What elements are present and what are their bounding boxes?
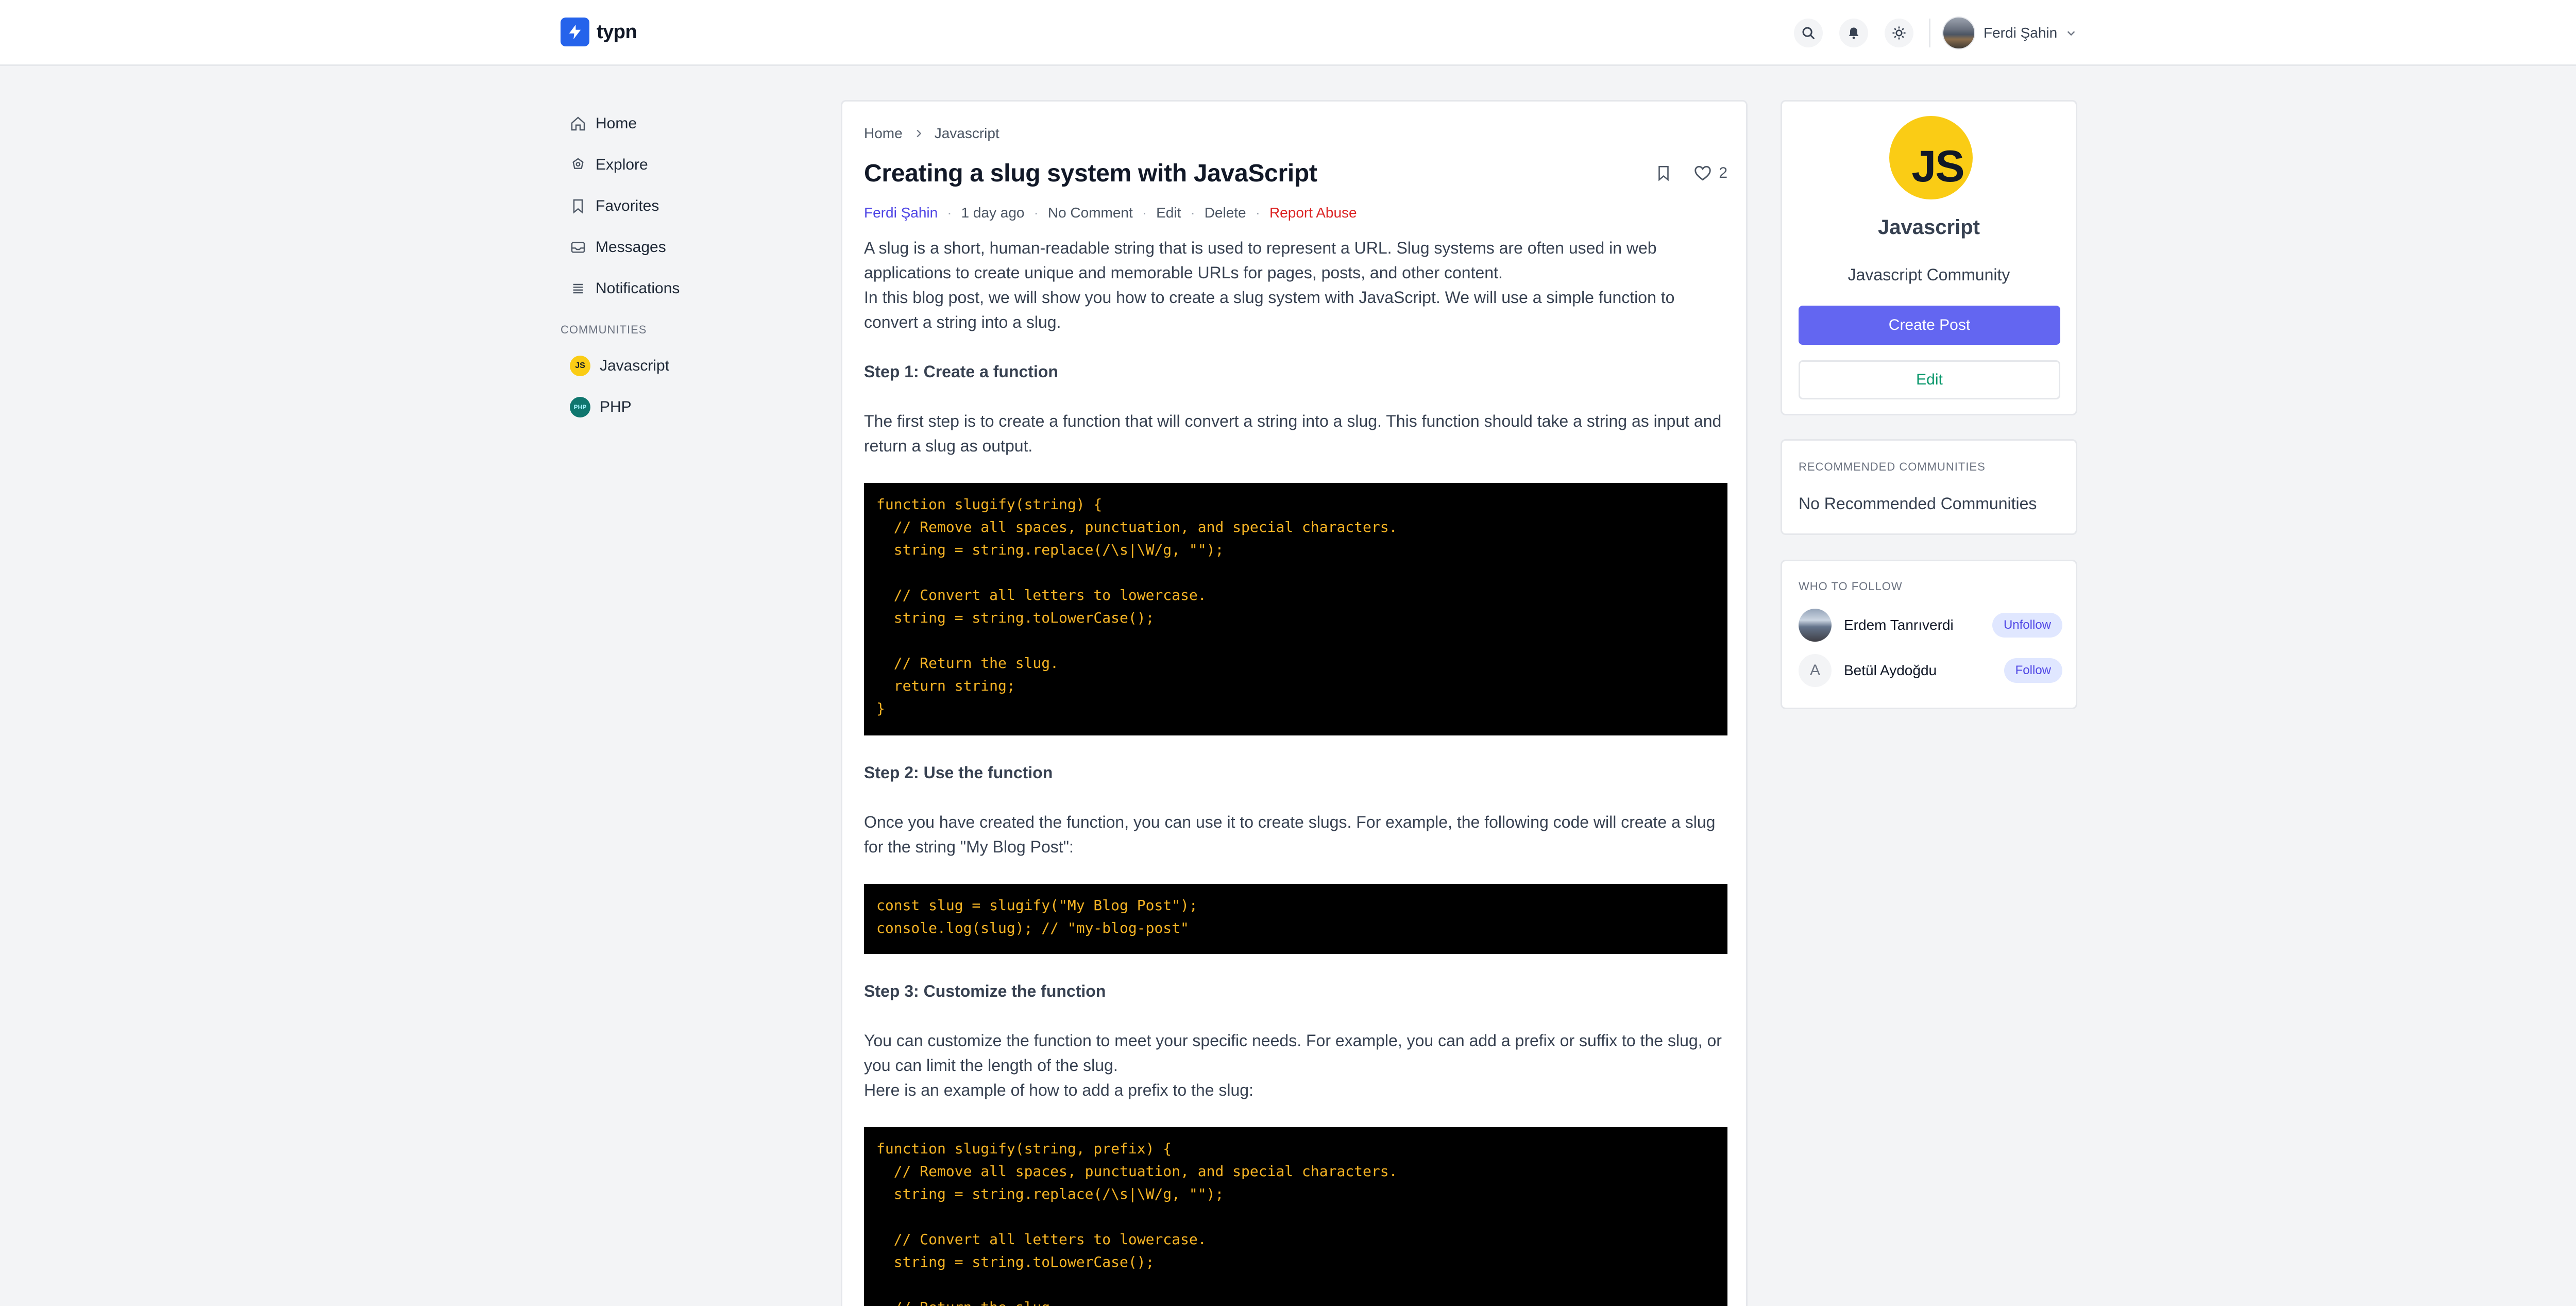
- meta-separator: ·: [1142, 205, 1147, 221]
- sidebar-item-label: Explore: [596, 156, 648, 173]
- bookmark-icon: [573, 199, 583, 214]
- step-paragraph: The first step is to create a function t…: [864, 412, 1722, 455]
- php-icon: PHP: [570, 397, 590, 417]
- meta-separator: ·: [1033, 205, 1039, 221]
- theme-toggle-button[interactable]: [1885, 19, 1913, 47]
- article-title: Creating a slug system with JavaScript: [864, 159, 1317, 187]
- lightning-icon: [561, 18, 589, 46]
- step-text: You can customize the function to meet y…: [864, 1031, 1722, 1075]
- step-heading: Step 1: Create a function: [864, 362, 1058, 381]
- community-logo: JS: [1889, 116, 1973, 199]
- comment-count[interactable]: No Comment: [1048, 205, 1133, 221]
- who-to-follow-card: WHO TO FOLLOW Erdem Tanrıverdi Unfollow …: [1781, 560, 2077, 709]
- community-card: JS Javascript Javascript Community Creat…: [1781, 100, 2077, 415]
- sidebar-item-javascript[interactable]: JS Javascript: [561, 345, 731, 387]
- compass-icon: [572, 158, 584, 169]
- step-paragraph: Once you have created the function, you …: [864, 813, 1716, 856]
- sidebar-item-label: Javascript: [600, 357, 670, 374]
- avatar[interactable]: A: [1799, 654, 1832, 687]
- bell-icon: [1849, 27, 1859, 39]
- code-block: const slug = slugify("My Blog Post"); co…: [864, 884, 1727, 954]
- edit-link[interactable]: Edit: [1156, 205, 1181, 221]
- meta-separator: ·: [1255, 205, 1260, 221]
- sidebar-item-label: Home: [596, 115, 637, 132]
- inbox-icon: [571, 242, 585, 253]
- code-block: function slugify(string) { // Remove all…: [864, 483, 1727, 735]
- list-icon: [573, 283, 583, 294]
- like-button[interactable]: 2: [1693, 163, 1727, 183]
- post-time: 1 day ago: [961, 205, 1025, 221]
- notifications-button[interactable]: [1839, 19, 1868, 47]
- edit-community-button[interactable]: Edit: [1799, 360, 2060, 399]
- delete-link[interactable]: Delete: [1205, 205, 1246, 221]
- sidebar-item-label: Messages: [596, 239, 666, 256]
- unfollow-button[interactable]: Unfollow: [1992, 613, 2062, 638]
- report-abuse-link[interactable]: Report Abuse: [1269, 205, 1357, 221]
- sun-icon: [1892, 26, 1906, 40]
- breadcrumb-home[interactable]: Home: [864, 125, 903, 142]
- sidebar-item-explore[interactable]: Explore: [561, 144, 731, 186]
- follow-suggestion: A Betül Aydoğdu Follow: [1799, 653, 2062, 688]
- author-link[interactable]: Ferdi Şahin: [864, 205, 938, 221]
- follow-button[interactable]: Follow: [2004, 658, 2062, 683]
- home-icon: [571, 116, 585, 131]
- sidebar-item-messages[interactable]: Messages: [561, 227, 731, 268]
- bookmark-icon[interactable]: [1655, 164, 1672, 182]
- brand-name: typn: [597, 21, 637, 43]
- chevron-down-icon: [2067, 31, 2075, 36]
- javascript-icon: JS: [570, 356, 590, 376]
- chevron-right-icon: [917, 129, 921, 138]
- top-navbar: typn Ferdi Şahin: [0, 0, 2576, 66]
- create-post-button[interactable]: Create Post: [1799, 306, 2060, 345]
- search-icon: [1802, 27, 1815, 40]
- sidebar-item-label: PHP: [600, 398, 632, 415]
- who-to-follow-heading: WHO TO FOLLOW: [1799, 580, 1903, 593]
- code-block: function slugify(string, prefix) { // Re…: [864, 1127, 1727, 1306]
- sidebar-item-home[interactable]: Home: [561, 103, 731, 144]
- recommended-communities-card: RECOMMENDED COMMUNITIES No Recommended C…: [1781, 439, 2077, 535]
- follow-suggestion: Erdem Tanrıverdi Unfollow: [1799, 608, 2062, 643]
- recommended-heading: RECOMMENDED COMMUNITIES: [1799, 460, 1986, 473]
- like-count: 2: [1719, 164, 1727, 181]
- step-paragraph: You can customize the function to meet y…: [864, 1028, 1727, 1102]
- sidebar-item-label: Favorites: [596, 197, 659, 214]
- communities-heading: COMMUNITIES: [561, 323, 647, 336]
- brand-logo[interactable]: typn: [561, 18, 637, 46]
- step-heading: Step 3: Customize the function: [864, 982, 1106, 1000]
- meta-separator: ·: [947, 205, 952, 221]
- breadcrumb-community[interactable]: Javascript: [935, 125, 999, 142]
- step-heading: Step 2: Use the function: [864, 763, 1053, 782]
- user-menu[interactable]: Ferdi Şahin: [1942, 15, 2077, 51]
- intro-text: A slug is a short, human-readable string…: [864, 239, 1657, 282]
- breadcrumb: Home Javascript: [864, 122, 1727, 145]
- sidebar-item-favorites[interactable]: Favorites: [561, 186, 731, 227]
- recommended-empty-text: No Recommended Communities: [1799, 494, 2037, 513]
- sidebar-item-php[interactable]: PHP PHP: [561, 387, 731, 428]
- follow-user-name[interactable]: Betül Aydoğdu: [1844, 662, 2004, 679]
- article-meta: Ferdi Şahin · 1 day ago · No Comment · E…: [864, 202, 1727, 224]
- header-divider: [1929, 19, 1930, 47]
- intro-paragraph: A slug is a short, human-readable string…: [864, 236, 1727, 334]
- article-card: Home Javascript Creating a slug system w…: [841, 100, 1748, 1306]
- heart-icon: [1694, 165, 1711, 181]
- community-description: Javascript Community: [1848, 265, 2010, 284]
- meta-separator: ·: [1190, 205, 1195, 221]
- user-avatar: [1942, 16, 1975, 49]
- step-text: Here is an example of how to add a prefi…: [864, 1081, 1253, 1099]
- left-sidebar: Home Explore Favorites Messages Notifica…: [561, 103, 731, 428]
- avatar[interactable]: [1799, 609, 1832, 642]
- user-name: Ferdi Şahin: [1984, 25, 2058, 41]
- intro-text: In this blog post, we will show you how …: [864, 288, 1675, 331]
- community-name: Javascript: [1878, 216, 1980, 239]
- sidebar-item-label: Notifications: [596, 280, 680, 297]
- follow-user-name[interactable]: Erdem Tanrıverdi: [1844, 617, 1992, 633]
- community-logo-text: JS: [1911, 142, 1964, 191]
- search-button[interactable]: [1794, 19, 1823, 47]
- sidebar-item-notifications[interactable]: Notifications: [561, 268, 731, 309]
